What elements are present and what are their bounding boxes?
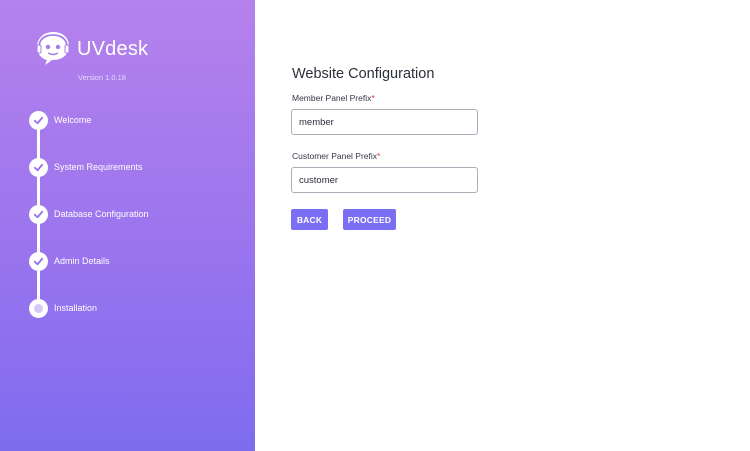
check-icon xyxy=(29,204,48,224)
step-label: System Requirements xyxy=(54,162,143,172)
step-admin-details: Admin Details xyxy=(29,251,110,271)
step-installation: Installation xyxy=(29,298,97,318)
proceed-button[interactable]: PROCEED xyxy=(343,209,396,230)
step-label: Installation xyxy=(54,303,98,313)
uvdesk-logo-icon xyxy=(36,32,70,65)
member-prefix-input[interactable] xyxy=(291,109,478,135)
brand-name: UVdesk xyxy=(77,38,149,60)
sidebar: UVdesk Version 1.0.18 Welcome System Req… xyxy=(0,0,255,451)
back-button[interactable]: BACK xyxy=(291,209,328,230)
step-database-configuration: Database Configuration xyxy=(29,204,149,224)
customer-prefix-input[interactable] xyxy=(291,167,478,193)
required-mark: * xyxy=(371,93,375,103)
customer-prefix-label: Customer Panel Prefix* xyxy=(292,151,381,161)
member-prefix-label: Member Panel Prefix* xyxy=(292,93,375,103)
step-label: Database Configuration xyxy=(54,209,149,219)
page-title: Website Configuration xyxy=(292,66,435,82)
check-icon xyxy=(29,251,48,271)
step-label: Admin Details xyxy=(54,256,110,266)
step-label: Welcome xyxy=(54,115,92,125)
dot-icon xyxy=(29,298,48,318)
check-icon xyxy=(29,110,48,130)
step-welcome: Welcome xyxy=(29,110,91,130)
check-icon xyxy=(29,157,48,177)
step-system-requirements: System Requirements xyxy=(29,157,143,177)
version-text: Version 1.0.18 xyxy=(78,73,126,82)
required-mark: * xyxy=(377,151,381,161)
